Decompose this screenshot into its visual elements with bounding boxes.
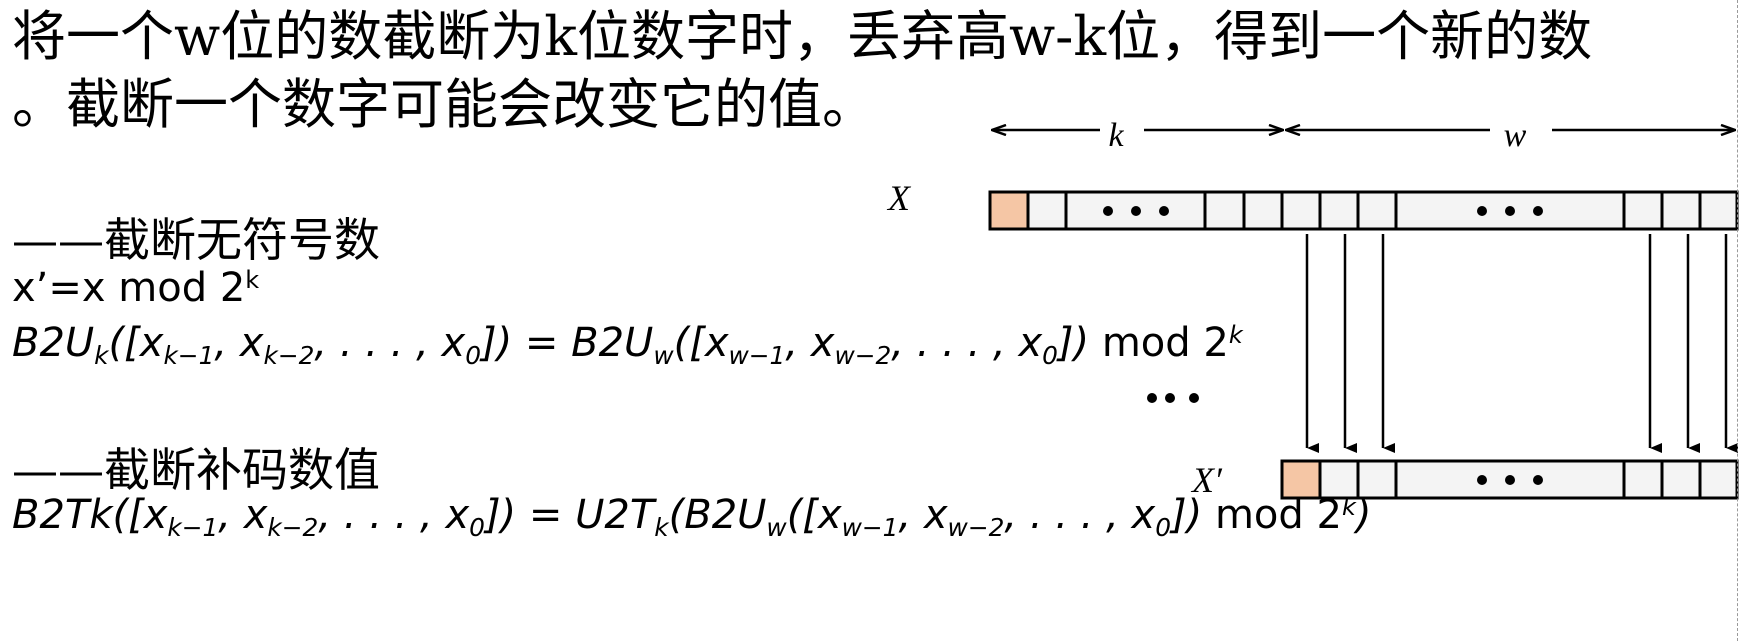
bit-vector-x-prime — [1280, 459, 1739, 500]
truncation-arrows — [1305, 234, 1738, 453]
span-k-label: k — [1108, 117, 1124, 154]
truncation-diagram: k w X X′ — [886, 117, 1739, 500]
stray-dots — [1147, 393, 1199, 403]
sign-bit-x — [988, 190, 1030, 231]
span-w-arrow: w — [1286, 117, 1735, 154]
span-w-label: w — [1504, 117, 1527, 154]
sign-bit-x-prime — [1280, 459, 1322, 500]
label-x: X — [886, 178, 912, 218]
span-k-arrow: k — [992, 117, 1283, 154]
label-x-prime: X′ — [1190, 460, 1223, 500]
bit-vector-x — [988, 190, 1739, 231]
